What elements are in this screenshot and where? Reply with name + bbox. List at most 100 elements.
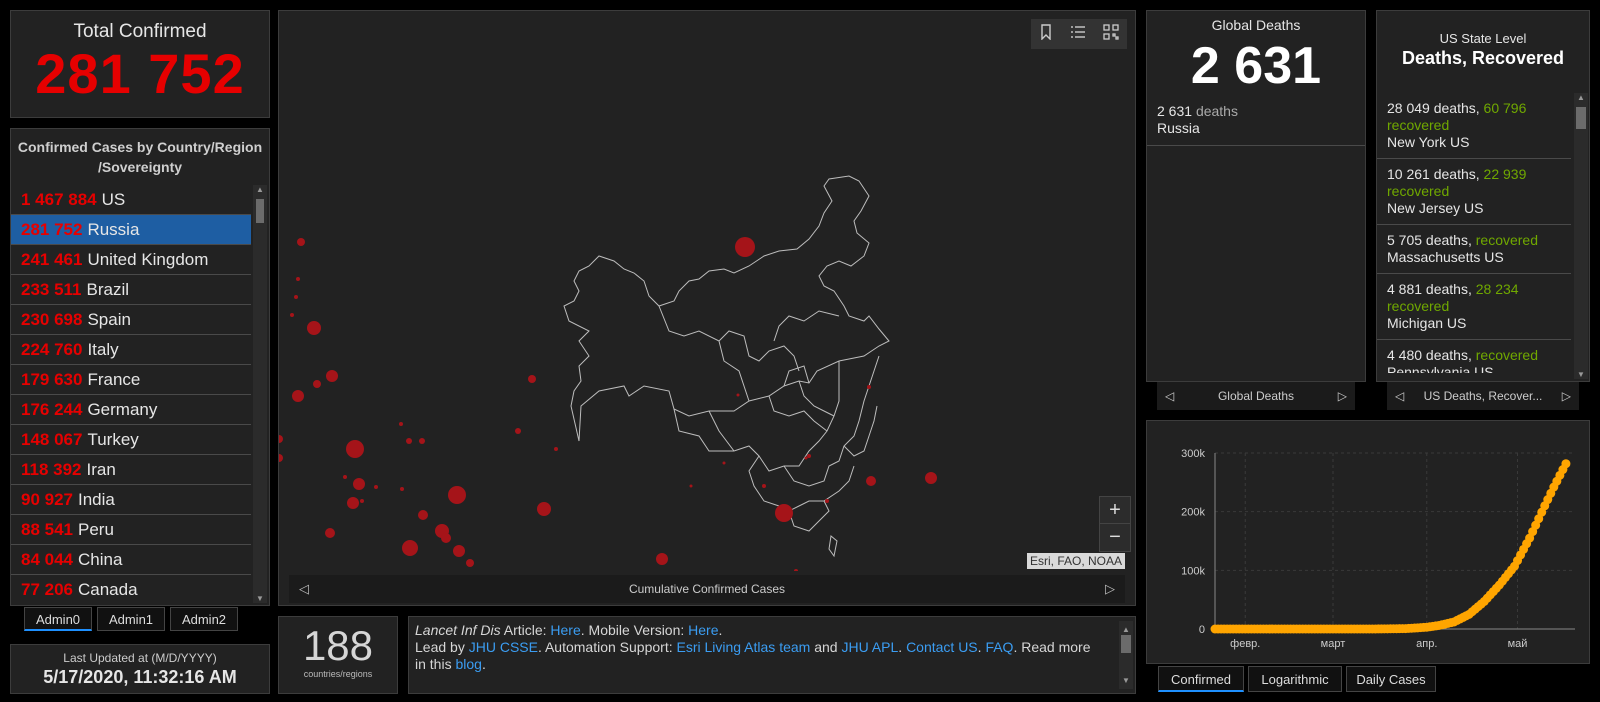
info-scrollbar[interactable]: ▲ ▼ xyxy=(1119,621,1133,689)
jhu-csse-link[interactable]: JHU CSSE xyxy=(469,639,538,655)
country-row[interactable]: 77 206 Canada xyxy=(11,575,251,595)
scroll-thumb[interactable] xyxy=(1576,107,1586,129)
us-next-icon[interactable]: ▷ xyxy=(1562,382,1571,410)
tab-admin0[interactable]: Admin0 xyxy=(24,607,92,631)
jhu-apl-link[interactable]: JHU APL xyxy=(841,639,898,655)
country-name: Brazil xyxy=(86,280,130,299)
us-state-row[interactable]: 10 261 deaths, 22 939 recovered New Jersey… xyxy=(1377,159,1571,225)
country-name: Peru xyxy=(78,520,114,539)
country-row[interactable]: 118 392 Iran xyxy=(11,455,251,485)
deaths-place: Russia xyxy=(1157,120,1200,136)
us-state-row[interactable]: 5 705 deaths, recovered Massachusetts US xyxy=(1377,225,1571,274)
us-state-list[interactable]: 28 049 deaths, 60 796 recovered New York U… xyxy=(1377,93,1571,373)
case-bubble xyxy=(279,435,283,443)
case-bubble xyxy=(292,390,304,402)
case-bubble xyxy=(418,510,428,520)
zoom-out-button[interactable]: − xyxy=(1100,524,1130,550)
global-deaths-row[interactable]: 2 631 deaths Russia xyxy=(1147,93,1365,146)
scroll-up-icon[interactable]: ▲ xyxy=(1575,93,1587,102)
country-row[interactable]: 233 511 Brazil xyxy=(11,275,251,305)
state-deaths: 5 705 deaths, xyxy=(1387,232,1472,248)
country-list-header: Confirmed Cases by Country/Region /Sover… xyxy=(17,139,263,175)
case-bubble xyxy=(325,528,335,538)
mobile-link[interactable]: Here xyxy=(688,622,718,638)
us-state-row[interactable]: 4 881 deaths, 28 234 recovered Michigan US xyxy=(1377,274,1571,340)
country-row[interactable]: 148 067 Turkey xyxy=(11,425,251,455)
map-next-icon[interactable]: ▷ xyxy=(1105,575,1115,603)
confirmed-chart: 0 100k 200k 300k февр. март апр. май xyxy=(1181,448,1575,650)
scroll-down-icon[interactable]: ▼ xyxy=(1575,370,1587,379)
us-state-row[interactable]: 4 480 deaths, recovered Pennsylvania US xyxy=(1377,340,1571,373)
deaths-prev-icon[interactable]: ◁ xyxy=(1165,382,1174,410)
y-tick-label: 0 xyxy=(1199,624,1205,636)
map-footer: ◁ Cumulative Confirmed Cases ▷ xyxy=(289,575,1125,603)
country-cases: 84 044 xyxy=(21,550,73,569)
blog-link[interactable]: blog xyxy=(455,656,481,672)
case-bubble xyxy=(353,478,365,490)
country-list[interactable]: 1 467 884 US 281 752 Russia 241 461 United Ki… xyxy=(11,185,251,595)
deaths-next-icon[interactable]: ▷ xyxy=(1338,382,1347,410)
case-bubble xyxy=(866,476,876,486)
map-canvas[interactable] xyxy=(279,11,1135,571)
country-cases: 77 206 xyxy=(21,580,73,595)
esri-link[interactable]: Esri Living Atlas team xyxy=(676,639,810,655)
faq-link[interactable]: FAQ xyxy=(985,639,1013,655)
country-cases: 88 541 xyxy=(21,520,73,539)
qr-grid-icon[interactable] xyxy=(1102,23,1119,45)
state-deaths: 4 480 deaths, xyxy=(1387,347,1472,363)
scroll-thumb[interactable] xyxy=(1121,635,1131,653)
info-text: . Automation Support: xyxy=(537,639,677,655)
case-bubble xyxy=(735,237,755,257)
country-row[interactable]: 90 927 India xyxy=(11,485,251,515)
contact-link[interactable]: Contact US xyxy=(906,639,978,655)
zoom-control: + − xyxy=(1099,496,1131,552)
country-row[interactable]: 241 461 United Kingdom xyxy=(11,245,251,275)
map-toolbar xyxy=(1031,19,1127,49)
case-bubble xyxy=(441,533,451,543)
case-bubble xyxy=(406,438,412,444)
scroll-down-icon[interactable]: ▼ xyxy=(1120,672,1132,689)
tab-daily-cases[interactable]: Daily Cases xyxy=(1346,666,1436,692)
country-cases: 118 392 xyxy=(21,460,82,479)
tab-admin2[interactable]: Admin2 xyxy=(170,607,238,631)
country-cases: 90 927 xyxy=(21,490,73,509)
us-prev-icon[interactable]: ◁ xyxy=(1395,382,1404,410)
country-cases: 148 067 xyxy=(21,430,83,449)
country-list-scrollbar[interactable]: ▲ ▼ xyxy=(253,185,267,603)
state-deaths: 4 881 deaths, xyxy=(1387,281,1472,297)
global-deaths-nav-label: Global Deaths xyxy=(1217,389,1295,403)
country-row[interactable]: 84 044 China xyxy=(11,545,251,575)
tab-logarithmic[interactable]: Logarithmic xyxy=(1248,666,1342,692)
map-panel[interactable]: + − Esri, FAO, NOAA ◁ Cumulative Confirm… xyxy=(278,10,1136,606)
chart-tabs: Confirmed Logarithmic Daily Cases xyxy=(1158,666,1458,692)
state-place: Michigan US xyxy=(1387,315,1467,331)
global-deaths-nav: ◁ Global Deaths ▷ xyxy=(1157,382,1355,410)
country-name: Germany xyxy=(87,400,158,419)
country-row[interactable]: 230 698 Spain xyxy=(11,305,251,335)
last-updated-panel: Last Updated at (M/D/YYYY) 5/17/2020, 11… xyxy=(10,644,270,694)
country-cases: 233 511 xyxy=(21,280,82,299)
country-row[interactable]: 1 467 884 US xyxy=(11,185,251,215)
scroll-down-icon[interactable]: ▼ xyxy=(254,594,266,603)
scroll-up-icon[interactable]: ▲ xyxy=(254,185,266,194)
country-row[interactable]: 224 760 Italy xyxy=(11,335,251,365)
country-name: Iran xyxy=(86,460,116,479)
tab-admin1[interactable]: Admin1 xyxy=(97,607,165,631)
tab-confirmed[interactable]: Confirmed xyxy=(1158,666,1244,692)
country-cases: 281 752 xyxy=(21,220,83,239)
zoom-in-button[interactable]: + xyxy=(1100,497,1130,524)
country-row[interactable]: 179 630 France xyxy=(11,365,251,395)
bookmark-icon[interactable] xyxy=(1039,23,1053,45)
country-row[interactable]: 88 541 Peru xyxy=(11,515,251,545)
map-prev-icon[interactable]: ◁ xyxy=(299,575,309,603)
case-bubble xyxy=(453,545,465,557)
article-link[interactable]: Here xyxy=(550,622,580,638)
country-name: Canada xyxy=(78,580,138,595)
us-deaths-nav: ◁ US Deaths, Recover... ▷ xyxy=(1387,382,1579,410)
country-row[interactable]: 176 244 Germany xyxy=(11,395,251,425)
us-list-scrollbar[interactable]: ▲ ▼ xyxy=(1574,93,1588,379)
country-row[interactable]: 281 752 Russia xyxy=(11,215,251,245)
scroll-thumb[interactable] xyxy=(256,199,264,223)
list-icon[interactable] xyxy=(1070,24,1086,45)
us-state-row[interactable]: 28 049 deaths, 60 796 recovered New York U… xyxy=(1377,93,1571,159)
